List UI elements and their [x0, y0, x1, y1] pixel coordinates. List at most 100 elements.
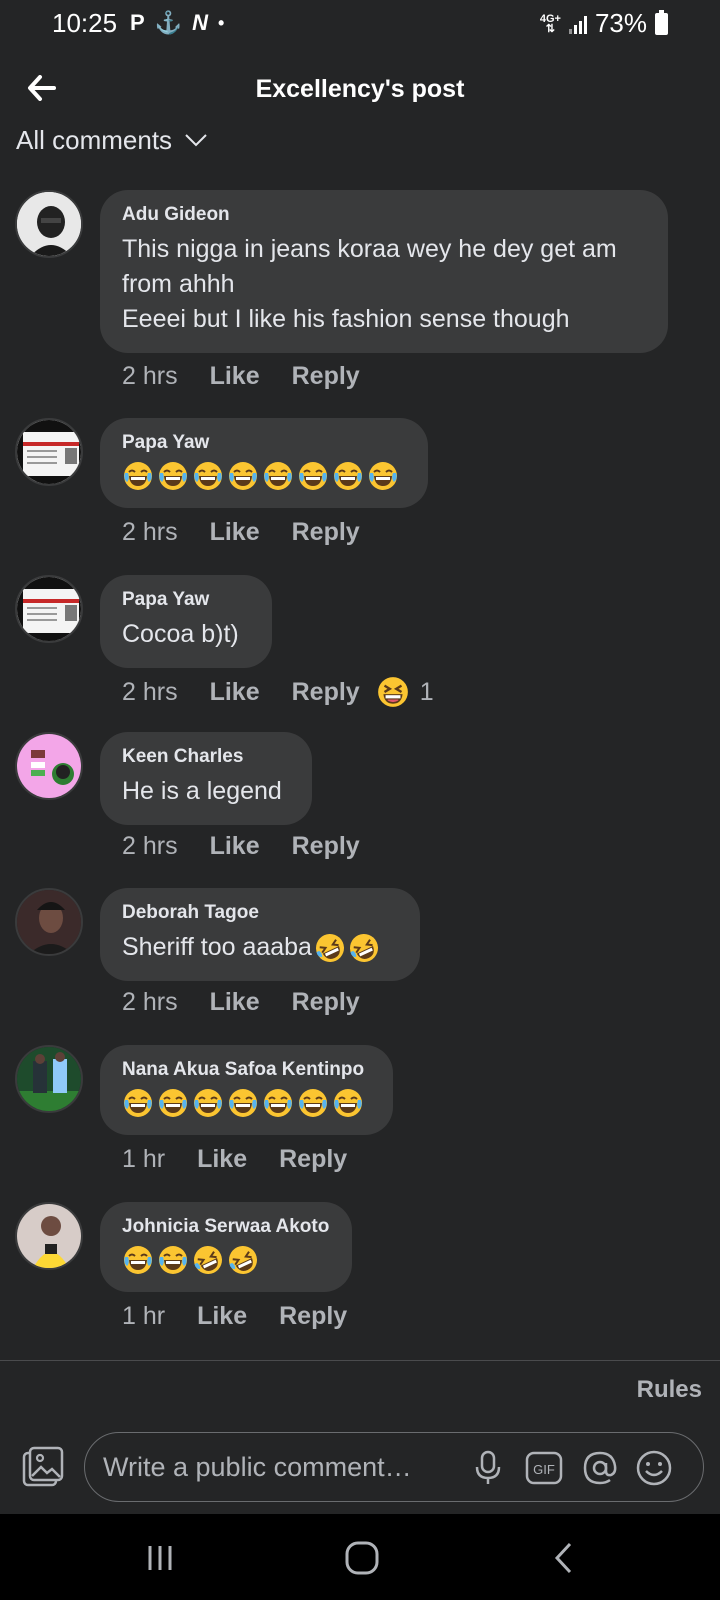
tears-of-joy-icon: [332, 1087, 364, 1119]
tears-of-joy-icon: [262, 460, 294, 492]
tears-of-joy-icon: [227, 460, 259, 492]
avatar[interactable]: [15, 418, 83, 486]
avatar[interactable]: [15, 888, 83, 956]
photo-icon[interactable]: [20, 1445, 64, 1489]
comment-bubble[interactable]: Johnicia Serwaa Akoto: [100, 1202, 352, 1292]
tears-of-joy-icon: [192, 460, 224, 492]
rolling-laughing-icon: [348, 932, 380, 964]
status-right: 4G+ ⇅ 73%: [540, 8, 668, 39]
rolling-laughing-icon: [192, 1244, 224, 1276]
emoji-row: [122, 1087, 371, 1119]
comment-text: He is a legend: [122, 777, 282, 805]
more-notifications-dot-icon: •: [217, 12, 225, 33]
chevron-down-icon: [185, 134, 207, 147]
page-title: Excellency's post: [255, 75, 465, 103]
emoji-picker-icon[interactable]: [635, 1449, 673, 1487]
header: Excellency's post: [0, 60, 720, 120]
like-button[interactable]: Like: [210, 362, 260, 391]
tears-of-joy-icon: [122, 1244, 154, 1276]
divider: [0, 1360, 720, 1361]
filter-label: All comments: [16, 124, 173, 155]
comment-author[interactable]: Papa Yaw: [122, 589, 250, 611]
comment-time: 2 hrs: [122, 677, 178, 706]
comment-author[interactable]: Deborah Tagoe: [122, 902, 398, 924]
like-button[interactable]: Like: [197, 1145, 247, 1174]
home-icon[interactable]: [340, 1536, 384, 1580]
system-navigation-bar: [0, 1514, 720, 1600]
comment-time: 2 hrs: [122, 518, 178, 546]
like-button[interactable]: Like: [210, 678, 260, 707]
like-button[interactable]: Like: [210, 518, 260, 547]
comment-bubble[interactable]: Adu Gideon This nigga in jeans koraa wey…: [100, 190, 668, 353]
avatar[interactable]: [15, 732, 83, 800]
comment-bubble[interactable]: Deborah Tagoe Sheriff too aaaba: [100, 888, 420, 981]
anchor-app-icon: ⚓: [154, 10, 183, 35]
reply-button[interactable]: Reply: [279, 1302, 347, 1331]
avatar[interactable]: [15, 190, 83, 258]
comment-actions: 2 hrs Like Reply: [122, 362, 360, 391]
comment-actions: 1 hr Like Reply: [122, 1145, 347, 1174]
tears-of-joy-icon: [192, 1087, 224, 1119]
status-time: 10:25: [52, 8, 118, 38]
avatar[interactable]: [15, 575, 83, 643]
comment-text-content: Sheriff too aaaba: [122, 933, 312, 961]
tears-of-joy-icon: [227, 1087, 259, 1119]
tears-of-joy-icon: [157, 460, 189, 492]
like-button[interactable]: Like: [210, 832, 260, 861]
comment-author[interactable]: Nana Akua Safoa Kentinpo: [122, 1059, 371, 1081]
recent-apps-icon[interactable]: [138, 1536, 182, 1580]
comment-actions: 2 hrs Like Reply: [122, 518, 360, 547]
reaction-summary[interactable]: 1: [376, 675, 434, 709]
reply-button[interactable]: Reply: [279, 1145, 347, 1174]
reply-button[interactable]: Reply: [292, 988, 360, 1017]
reply-button[interactable]: Reply: [292, 678, 360, 707]
comment-composer: GIF: [84, 1432, 704, 1502]
comments-filter-dropdown[interactable]: All comments: [16, 123, 208, 157]
gif-icon[interactable]: GIF: [525, 1449, 563, 1487]
avatar[interactable]: [15, 1045, 83, 1113]
tears-of-joy-icon: [122, 1087, 154, 1119]
p-app-icon: P: [130, 10, 145, 35]
tears-of-joy-icon: [297, 1087, 329, 1119]
reply-button[interactable]: Reply: [292, 832, 360, 861]
battery-icon: [655, 9, 668, 35]
like-button[interactable]: Like: [210, 988, 260, 1017]
comment-input[interactable]: [101, 1447, 461, 1487]
tears-of-joy-icon: [297, 460, 329, 492]
comment-actions: 2 hrs Like Reply: [122, 832, 360, 861]
comment-time: 1 hr: [122, 1302, 166, 1330]
n-app-icon: N: [192, 10, 208, 35]
reply-button[interactable]: Reply: [292, 362, 360, 391]
signal-icon: [568, 14, 587, 34]
reply-button[interactable]: Reply: [292, 518, 360, 547]
rolling-laughing-icon: [314, 932, 346, 964]
data-arrows-icon: ⇅: [545, 22, 555, 35]
comment-bubble[interactable]: Papa Yaw Cocoa b)t): [100, 575, 272, 668]
comment-author[interactable]: Papa Yaw: [122, 432, 406, 454]
comment-bubble[interactable]: Nana Akua Safoa Kentinpo: [100, 1045, 393, 1135]
comment-author[interactable]: Johnicia Serwaa Akoto: [122, 1216, 330, 1238]
battery-percent: 73%: [594, 8, 647, 38]
avatar[interactable]: [15, 1202, 83, 1270]
notification-icons: P ⚓ N •: [130, 10, 224, 36]
mention-icon[interactable]: [581, 1449, 619, 1487]
microphone-icon[interactable]: [469, 1449, 507, 1487]
rolling-laughing-icon: [227, 1244, 259, 1276]
rules-link[interactable]: Rules: [637, 1376, 702, 1404]
comment-text: This nigga in jeans koraa wey he dey get…: [122, 235, 617, 333]
laughing-reaction-icon: [376, 675, 410, 709]
comment-time: 2 hrs: [122, 832, 178, 860]
comment-bubble[interactable]: Papa Yaw: [100, 418, 428, 508]
comment-author[interactable]: Adu Gideon: [122, 204, 646, 226]
svg-text:GIF: GIF: [533, 1462, 555, 1477]
like-button[interactable]: Like: [197, 1302, 247, 1331]
comment-bubble[interactable]: Keen Charles He is a legend: [100, 732, 312, 825]
tears-of-joy-icon: [157, 1087, 189, 1119]
tears-of-joy-icon: [367, 460, 399, 492]
comment-text: Cocoa b)t): [122, 620, 239, 648]
tears-of-joy-icon: [332, 460, 364, 492]
comment-author[interactable]: Keen Charles: [122, 746, 290, 768]
back-nav-icon[interactable]: [542, 1536, 586, 1580]
network-icon: 4G+ ⇅: [540, 13, 561, 35]
tears-of-joy-icon: [122, 460, 154, 492]
